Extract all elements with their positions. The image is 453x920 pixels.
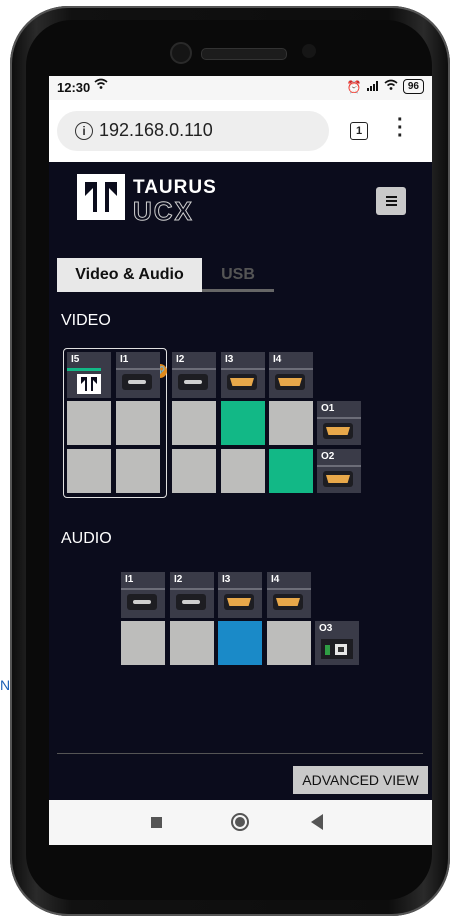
input-label: I3 [222,574,231,585]
video-input-i2[interactable]: I2 [172,352,216,398]
audio-input-i1[interactable]: I1 [121,572,165,618]
brand-subname: UCX [133,196,194,227]
url-text[interactable]: 192.168.0.110 [99,120,213,141]
input-label: I1 [120,354,129,365]
side-letter: N [0,677,11,693]
input-label: I2 [174,574,183,585]
input-label: I1 [125,574,134,585]
hdmi-port-icon [323,423,353,439]
active-indicator [67,368,101,371]
audio-crosspoint-cell[interactable] [170,621,214,665]
hdmi-port-icon [323,471,353,487]
usb-c-port-icon [176,594,206,610]
crosspoint-cell[interactable] [116,449,160,493]
crosspoint-cell-active[interactable] [269,449,313,493]
audio-crosspoint-cell[interactable] [267,621,311,665]
audio-input-i2[interactable]: I2 [170,572,214,618]
proximity-sensor [302,44,316,58]
input-label: I4 [273,354,282,365]
menu-line-icon [386,196,397,198]
battery-indicator: 96 [402,79,424,94]
browser-menu-icon[interactable]: · · · [397,110,404,146]
android-navigation-bar [49,800,432,845]
output-label: O1 [321,403,335,414]
alarm-icon: ⏰ [346,79,362,94]
crosspoint-cell-active[interactable] [221,401,265,445]
wifi-icon [94,78,108,93]
advanced-view-button[interactable]: ADVANCED VIEW [293,766,428,794]
status-bar: 12:30 ⏰ 96 [49,76,432,100]
crosspoint-cell[interactable] [172,401,216,445]
crosspoint-cell[interactable] [269,401,313,445]
input-label: I4 [271,574,280,585]
crosspoint-cell[interactable] [221,449,265,493]
address-bar[interactable]: i 192.168.0.110 [57,111,329,151]
taurus-device-icon [77,374,101,394]
back-icon[interactable] [311,814,323,830]
menu-line-icon [386,204,397,206]
video-output-o1[interactable]: O1 [317,401,361,445]
phone-screen: 12:30 ⏰ 96 i 192.168.0.110 1 · · · TAURUS … [49,76,432,845]
audio-output-o3[interactable]: O3 [315,621,359,665]
video-input-i3[interactable]: I3 [221,352,265,398]
front-camera [170,42,192,64]
video-output-o2[interactable]: O2 [317,449,361,493]
audio-input-i4[interactable]: I4 [267,572,311,618]
taurus-logo-icon [77,174,125,220]
video-input-i5[interactable]: I5 [67,352,111,398]
tabs-count-button[interactable]: 1 [350,122,368,140]
audio-crosspoint-cell[interactable] [121,621,165,665]
crosspoint-cell[interactable] [67,401,111,445]
input-label: I3 [225,354,234,365]
hdmi-port-icon [224,594,254,610]
usb-c-port-icon [127,594,157,610]
input-label: I5 [71,354,80,365]
home-icon[interactable] [231,813,249,831]
video-input-i1[interactable]: I1 [116,352,160,398]
crosspoint-cell[interactable] [67,449,111,493]
footer-divider [57,753,423,754]
input-label: I2 [176,354,185,365]
output-label: O3 [319,623,333,634]
tab-video-audio[interactable]: Video & Audio [57,258,202,292]
crosspoint-cell[interactable] [116,401,160,445]
video-section-title: VIDEO [61,312,111,329]
hdmi-port-icon [275,374,305,390]
audio-crosspoint-cell-active[interactable] [218,621,262,665]
dante-port-icon [321,639,353,659]
hdmi-port-icon [227,374,257,390]
tab-usb[interactable]: USB [202,258,274,292]
hdmi-port-icon [273,594,303,610]
recents-icon[interactable] [151,817,162,828]
earpiece-speaker [201,48,287,60]
hamburger-menu-button[interactable] [376,187,406,215]
status-time: 12:30 [57,80,91,95]
audio-input-i3[interactable]: I3 [218,572,262,618]
crosspoint-cell[interactable] [172,449,216,493]
output-label: O2 [321,451,335,462]
signal-icon [366,80,379,94]
usb-c-port-icon [178,374,208,390]
browser-toolbar: i 192.168.0.110 1 · · · [49,100,432,162]
audio-section-title: AUDIO [61,530,112,547]
usb-c-port-icon [122,374,152,390]
video-input-i4[interactable]: I4 [269,352,313,398]
wifi-status-icon [384,79,398,94]
info-icon[interactable]: i [75,122,93,140]
menu-line-icon [386,200,397,202]
